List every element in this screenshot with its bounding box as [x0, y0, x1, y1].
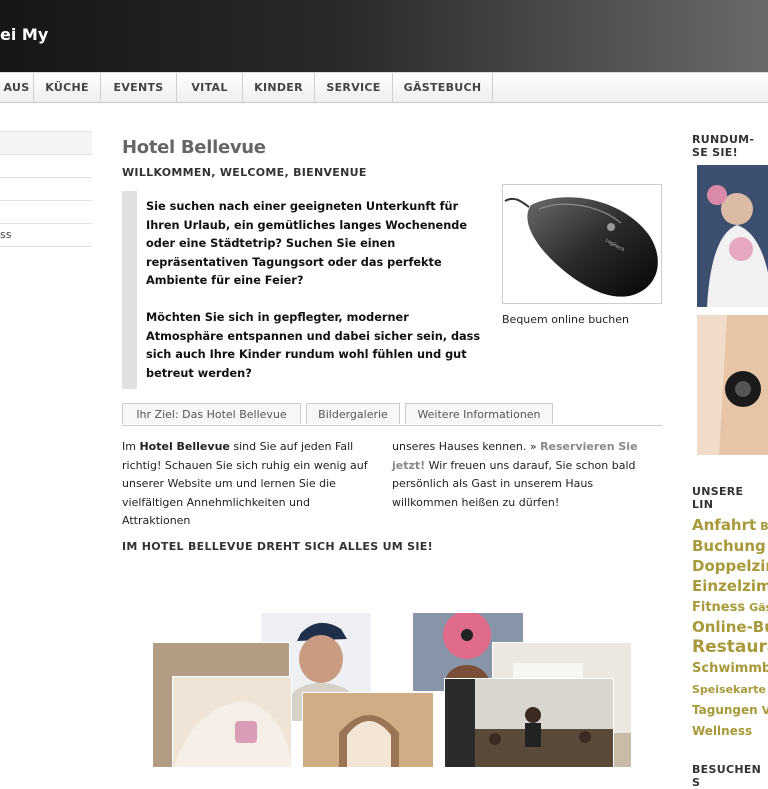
tag-link[interactable]: Tagungen V — [692, 699, 768, 720]
right-sidebar: RUNDUM-SE SIE! UNSERE LIN Anfahrt Ba Buchu… — [692, 133, 768, 789]
tag-label[interactable]: V — [762, 704, 768, 717]
tag-link[interactable]: Schwimmb — [692, 657, 768, 678]
tag-link[interactable]: Restaura — [692, 637, 768, 657]
tag-link[interactable]: Wellness — [692, 720, 768, 741]
nav-item-küche[interactable]: KÜCHE — [34, 73, 101, 102]
tag-label[interactable]: Wellness — [692, 724, 752, 738]
booking-image-computer-mouse[interactable]: Logitech — [502, 184, 662, 304]
left-nav-item[interactable] — [0, 178, 92, 201]
tab-more-info[interactable]: Weitere Informationen — [405, 403, 553, 424]
tag-link[interactable]: Fitness Gäst — [692, 596, 768, 617]
page-subtitle: WILLKOMMEN, WELCOME, BIENVENUE — [122, 166, 367, 179]
camera-photographer-image — [697, 315, 768, 455]
arched-window-image — [303, 693, 433, 767]
photo-window-arch[interactable] — [302, 692, 434, 768]
tag-link[interactable]: Doppelzir — [692, 556, 768, 576]
quote-paragraph-1: Sie suchen nach einer geeigneten Unterku… — [146, 200, 467, 288]
tab-hotel-bellevue[interactable]: Ihr Ziel: Das Hotel Bellevue — [122, 403, 301, 424]
photo-conference[interactable] — [444, 678, 614, 768]
woman-with-cup-image — [173, 677, 291, 767]
tag-link[interactable]: Anfahrt Ba — [692, 515, 768, 536]
nav-item-service[interactable]: SERVICE — [315, 73, 393, 102]
conference-meeting-image — [445, 679, 613, 767]
left-nav-item[interactable] — [0, 131, 92, 155]
intro-row: Sie suchen nach einer geeigneten Unterku… — [122, 184, 662, 397]
photo-collage — [152, 612, 632, 768]
nav-item-events[interactable]: EVENTS — [101, 73, 177, 102]
nav-item-aus[interactable]: AUS — [0, 73, 34, 102]
main-content: Hotel Bellevue WILLKOMMEN, WELCOME, BIEN… — [122, 133, 662, 553]
tag-label[interactable]: Restaura — [692, 637, 768, 657]
nav-item-kinder[interactable]: KINDER — [243, 73, 315, 102]
tag-label[interactable]: Online-Bu — [692, 618, 768, 636]
welcome-text-continued: unseres Hauses kennen. » — [392, 440, 541, 453]
intro-quote: Sie suchen nach einer geeigneten Unterku… — [122, 191, 482, 389]
left-nav-item[interactable] — [0, 201, 92, 224]
photo-camera[interactable] — [692, 315, 768, 485]
main-nav: AUS KÜCHE EVENTS VITAL KINDER SERVICE GÄSTEBUC… — [0, 72, 768, 103]
booking-image-caption[interactable]: Bequem online buchen — [502, 313, 629, 326]
nav-item-vital[interactable]: VITAL — [177, 73, 243, 102]
tag-link[interactable]: Buchung ( — [692, 536, 768, 556]
tag-label[interactable]: Schwimmb — [692, 661, 768, 676]
tag-label[interactable]: Tagungen — [692, 703, 758, 717]
tab-gallery[interactable]: Bildergalerie — [306, 403, 400, 424]
tag-label[interactable]: Anfahrt — [692, 516, 756, 534]
welcome-text-rest: sind Sie auf jeden Fall richtig! Schauen… — [122, 440, 368, 528]
left-nav-item[interactable]: ss — [0, 224, 92, 247]
welcome-column-right: unseres Hauses kennen. » Reservieren Sie… — [392, 438, 650, 512]
tag-label[interactable]: Buchung ( — [692, 537, 768, 555]
links-heading: UNSERE LIN — [692, 485, 744, 511]
hotel-name-bold: Hotel Bellevue — [139, 440, 230, 453]
tag-link[interactable]: Einzelzimr — [692, 576, 768, 596]
site-header: ei My — [0, 0, 768, 72]
section-heading: IM HOTEL BELLEVUE DREHT SICH ALLES UM SI… — [122, 540, 433, 553]
service-heading: RUNDUM-SE SIE! — [692, 133, 755, 159]
tag-label[interactable]: Doppelzir — [692, 557, 768, 575]
tag-cloud: AnfahrtBaBuchung (DoppelzirEinzelzimrFit… — [692, 515, 768, 741]
photo-bride[interactable] — [692, 165, 768, 311]
welcome-text-closing: Wir freuen uns darauf, Sie schon bald pe… — [392, 458, 636, 509]
left-nav-item[interactable] — [0, 155, 92, 178]
tag-link[interactable]: Online-Bu — [692, 617, 768, 637]
tag-label[interactable]: Fitness — [692, 600, 745, 615]
welcome-text-start: Im — [122, 440, 140, 453]
tag-label[interactable]: Einzelzimr — [692, 577, 768, 595]
wedding-bride-image — [697, 165, 768, 307]
tag-link[interactable]: SpeisekarteS — [692, 678, 768, 699]
welcome-column-left: Im Hotel Bellevue sind Sie auf jeden Fal… — [122, 438, 380, 531]
tag-label[interactable]: Speisekarte — [692, 683, 766, 696]
site-title[interactable]: ei My — [0, 25, 48, 44]
photo-woman-cup[interactable] — [172, 676, 292, 768]
page-title: Hotel Bellevue — [122, 137, 266, 158]
welcome-text: Im Hotel Bellevue sind Sie auf jeden Fal… — [122, 438, 662, 538]
visit-heading: BESUCHEN S — [692, 763, 762, 789]
tag-label[interactable]: Ba — [760, 520, 768, 533]
left-sidebar-nav: ss — [0, 131, 92, 247]
quote-paragraph-2: Möchten Sie sich in gepflegter, moderner… — [146, 310, 481, 380]
info-tabs: Ihr Ziel: Das Hotel Bellevue Bildergaler… — [122, 403, 662, 426]
computer-mouse-icon: Logitech — [504, 197, 658, 297]
tag-label[interactable]: Gäst — [749, 601, 768, 614]
nav-item-gästebuch[interactable]: GÄSTEBUCH — [393, 73, 493, 102]
